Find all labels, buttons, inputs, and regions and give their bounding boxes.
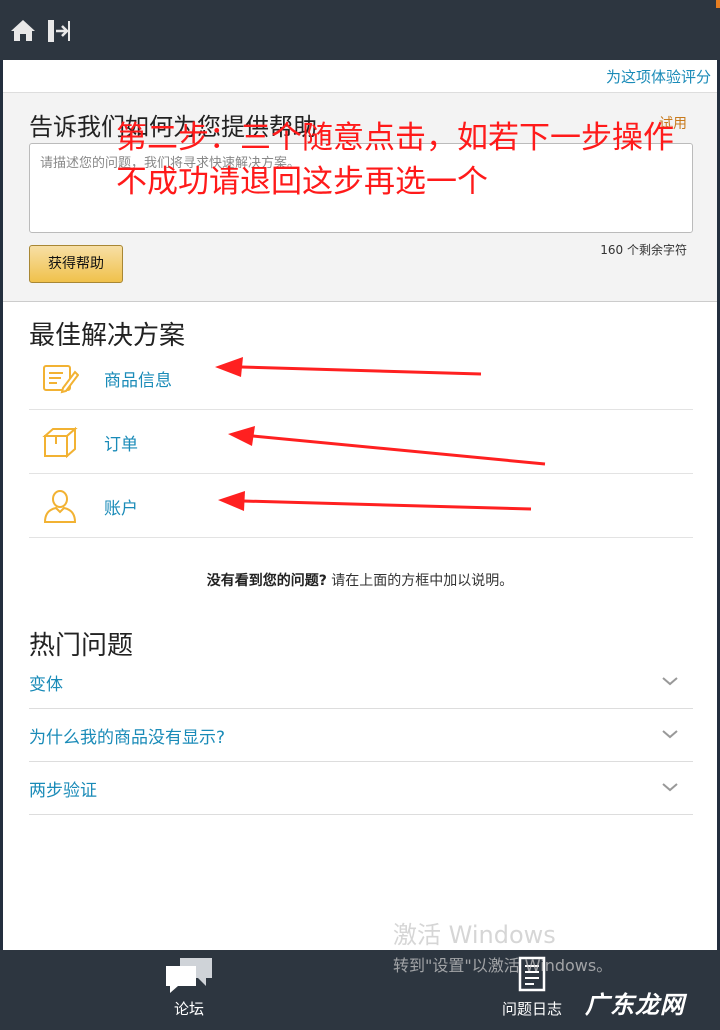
activate-windows-watermark: 激活 Windows 转到"设置"以激活 Windows。 bbox=[393, 915, 612, 976]
solution-label[interactable]: 商品信息 bbox=[104, 366, 172, 391]
nav-forum-label: 论坛 bbox=[173, 1000, 204, 1018]
home-icon[interactable] bbox=[10, 18, 36, 42]
solution-label[interactable]: 订单 bbox=[104, 430, 138, 455]
remaining-char-count: 160 个剩余字符 bbox=[600, 243, 687, 257]
site-logo: 广东龙网 bbox=[585, 991, 685, 1019]
chevron-down-icon[interactable] bbox=[661, 778, 679, 796]
product-info-icon bbox=[43, 365, 79, 394]
solution-item-product-info[interactable]: 商品信息 bbox=[29, 346, 693, 410]
account-user-icon bbox=[43, 490, 77, 523]
order-box-icon bbox=[42, 426, 78, 459]
solution-label[interactable]: 账户 bbox=[104, 494, 138, 519]
instruction-line-1: 第二步：三个随意点击，如若下一步操作 bbox=[116, 120, 674, 156]
chevron-down-icon[interactable] bbox=[661, 672, 679, 690]
faq-list: 变体 为什么我的商品没有显示? 两步验证 bbox=[29, 656, 693, 815]
not-found-bold: 没有看到您的问题? bbox=[206, 573, 327, 589]
window-corner-mark bbox=[716, 0, 720, 8]
rate-experience-link[interactable]: 为这项体验评分 bbox=[606, 66, 711, 87]
solution-list: 商品信息 订单 账户 bbox=[29, 346, 693, 538]
instruction-overlay: 第二步：三个随意点击，如若下一步操作 不成功请退回这步再选一个 bbox=[116, 116, 716, 204]
watermark-line-2: 转到"设置"以激活 Windows。 bbox=[393, 956, 613, 975]
chevron-down-icon[interactable] bbox=[661, 725, 679, 743]
faq-item-listing-not-showing[interactable]: 为什么我的商品没有显示? bbox=[29, 709, 693, 762]
top-bar bbox=[0, 0, 720, 60]
not-found-hint: 没有看到您的问题? 请在上面的方框中加以说明。 bbox=[3, 570, 717, 590]
faq-label[interactable]: 两步验证 bbox=[29, 776, 97, 801]
watermark-line-1: 激活 Windows bbox=[393, 921, 556, 949]
solution-item-order[interactable]: 订单 bbox=[29, 410, 693, 474]
faq-label[interactable]: 变体 bbox=[29, 670, 63, 695]
exit-icon[interactable] bbox=[46, 18, 72, 44]
faq-label[interactable]: 为什么我的商品没有显示? bbox=[29, 723, 225, 748]
nav-issue-log-label: 问题日志 bbox=[501, 1000, 562, 1018]
solution-item-account[interactable]: 账户 bbox=[29, 474, 693, 538]
faq-item-variations[interactable]: 变体 bbox=[29, 656, 693, 709]
faq-item-two-step-verification[interactable]: 两步验证 bbox=[29, 762, 693, 815]
get-help-button[interactable]: 获得帮助 bbox=[29, 245, 123, 283]
nav-forum[interactable]: 论坛 bbox=[158, 956, 220, 1019]
forum-chat-icon bbox=[166, 958, 212, 993]
instruction-line-2: 不成功请退回这步再选一个 bbox=[116, 164, 488, 200]
not-found-text: 请在上面的方框中加以说明。 bbox=[326, 573, 514, 589]
